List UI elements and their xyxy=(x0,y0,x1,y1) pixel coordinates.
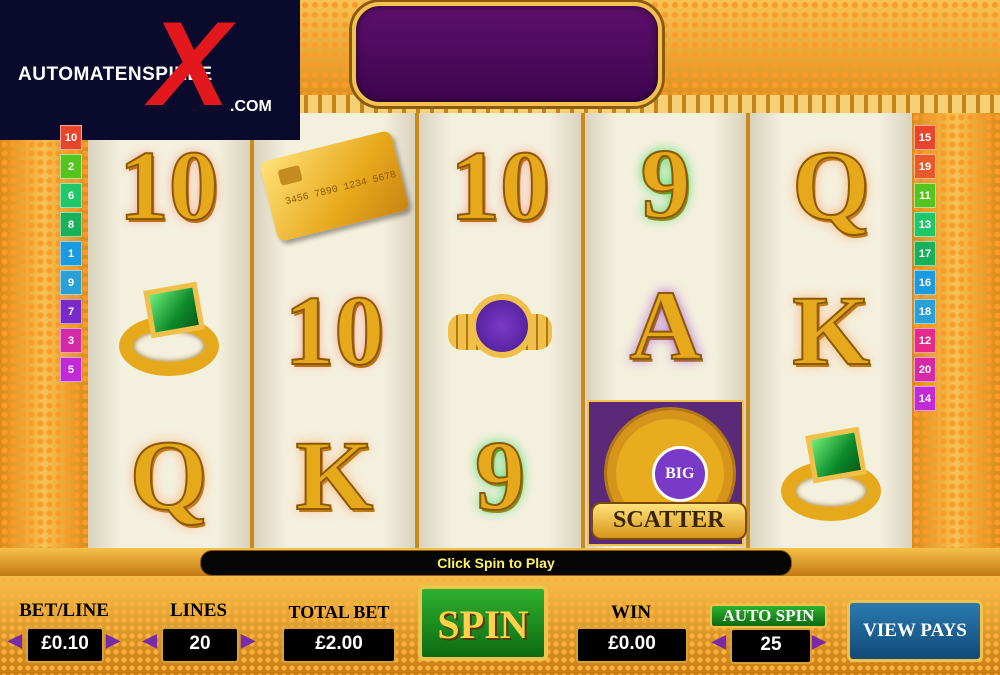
payline-markers-right: 15 19 11 13 17 16 18 12 20 14 xyxy=(914,125,936,411)
lines-label: LINES xyxy=(169,600,228,621)
payline-marker: 12 xyxy=(914,328,936,353)
win-value: £0.00 xyxy=(576,627,688,663)
payline-marker: 11 xyxy=(914,183,936,208)
symbol-a: A xyxy=(585,255,747,397)
payline-marker: 1 xyxy=(60,241,82,266)
bet-line-label: BET/LINE xyxy=(19,600,109,621)
payline-marker: 14 xyxy=(914,386,936,411)
symbol-glyph: 10 xyxy=(283,274,385,386)
payline-markers-left: 10 2 6 8 1 9 7 3 5 xyxy=(60,125,82,382)
ring-symbol xyxy=(750,403,912,548)
symbol-9: 9 xyxy=(419,403,581,548)
win-label: WIN xyxy=(610,602,652,623)
ring-icon xyxy=(771,421,891,531)
symbol-glyph: K xyxy=(791,274,871,386)
credit-card-icon: 3456 7890 1234 5678 xyxy=(258,129,410,242)
payline-marker: 10 xyxy=(60,125,82,150)
scatter-symbol: BIG SCATTER xyxy=(586,399,747,546)
symbol-glyph: 9 xyxy=(474,419,526,531)
payline-marker: 6 xyxy=(60,183,82,208)
reel: 10 9 xyxy=(419,113,581,548)
total-bet-label: TOTAL BET xyxy=(288,602,390,622)
symbol-glyph: K xyxy=(294,419,374,531)
payline-marker: 5 xyxy=(60,357,82,382)
bet-line-value: £0.10 xyxy=(26,627,104,663)
symbol-k: K xyxy=(254,403,416,548)
payline-marker: 15 xyxy=(914,125,936,150)
payline-marker: 13 xyxy=(914,212,936,237)
symbol-10: 10 xyxy=(254,258,416,403)
game-title-panel xyxy=(352,2,662,106)
reel: QK xyxy=(750,113,912,548)
auto-increase-arrow-icon[interactable]: ▶ xyxy=(812,631,826,652)
site-logo: AUTOMATENSPIELE X .COM xyxy=(0,0,300,140)
reel: 10 Q xyxy=(88,113,250,548)
auto-spin-control: ◀ 25 ▶ xyxy=(708,628,830,668)
payline-marker: 19 xyxy=(914,154,936,179)
total-bet-value: £2.00 xyxy=(282,627,396,663)
status-message: Click Spin to Play xyxy=(200,550,792,576)
ring-icon xyxy=(109,276,229,386)
symbol-10: 10 xyxy=(419,113,581,258)
lines-value: 20 xyxy=(161,627,239,663)
watch-icon xyxy=(440,276,560,386)
symbol-glyph: A xyxy=(628,270,702,382)
lines-decrease-arrow-icon[interactable]: ◀ xyxy=(143,630,157,651)
symbol-glyph: 9 xyxy=(640,128,692,240)
auto-spin-button[interactable]: AUTO SPIN xyxy=(710,604,827,628)
logo-domain: .COM xyxy=(230,98,272,115)
payline-marker: 2 xyxy=(60,154,82,179)
bet-increase-arrow-icon[interactable]: ▶ xyxy=(106,630,120,651)
symbol-q: Q xyxy=(88,403,250,548)
reels-area: 10 Q 3456 7890 1234 5678 10 K 10 9 9 A BIG SCATTER… xyxy=(88,113,912,548)
symbol-q: Q xyxy=(750,113,912,258)
symbol-glyph: 10 xyxy=(449,129,551,241)
symbol-9: 9 xyxy=(585,113,747,255)
symbol-glyph: 10 xyxy=(118,129,220,241)
win-control: WIN £0.00 xyxy=(570,600,692,670)
view-pays-button[interactable]: VIEW PAYS xyxy=(847,600,983,662)
symbol-glyph: Q xyxy=(791,129,871,241)
symbol-k: K xyxy=(750,258,912,403)
payline-marker: 7 xyxy=(60,299,82,324)
payline-marker: 18 xyxy=(914,299,936,324)
lines-increase-arrow-icon[interactable]: ▶ xyxy=(241,630,255,651)
payline-marker: 17 xyxy=(914,241,936,266)
bet-line-control: BET/LINE ◀ £0.10 ▶ xyxy=(4,600,124,670)
ring-symbol xyxy=(88,258,250,403)
auto-spin-value: 25 xyxy=(730,628,812,664)
reel: 3456 7890 1234 5678 10 K xyxy=(253,113,416,548)
payline-marker: 20 xyxy=(914,357,936,382)
symbol-glyph: Q xyxy=(129,419,209,531)
payline-marker: 9 xyxy=(60,270,82,295)
spin-button[interactable]: SPIN xyxy=(418,585,548,661)
payline-marker: 8 xyxy=(60,212,82,237)
total-bet-control: TOTAL BET £2.00 xyxy=(278,600,400,670)
reel: 9 A BIG SCATTER xyxy=(584,113,747,548)
auto-decrease-arrow-icon[interactable]: ◀ xyxy=(712,631,726,652)
payline-marker: 3 xyxy=(60,328,82,353)
payline-marker: 16 xyxy=(914,270,936,295)
bet-decrease-arrow-icon[interactable]: ◀ xyxy=(8,630,22,651)
lines-control: LINES ◀ 20 ▶ xyxy=(137,600,260,670)
logo-x: X xyxy=(150,0,231,131)
watch-symbol xyxy=(419,258,581,403)
